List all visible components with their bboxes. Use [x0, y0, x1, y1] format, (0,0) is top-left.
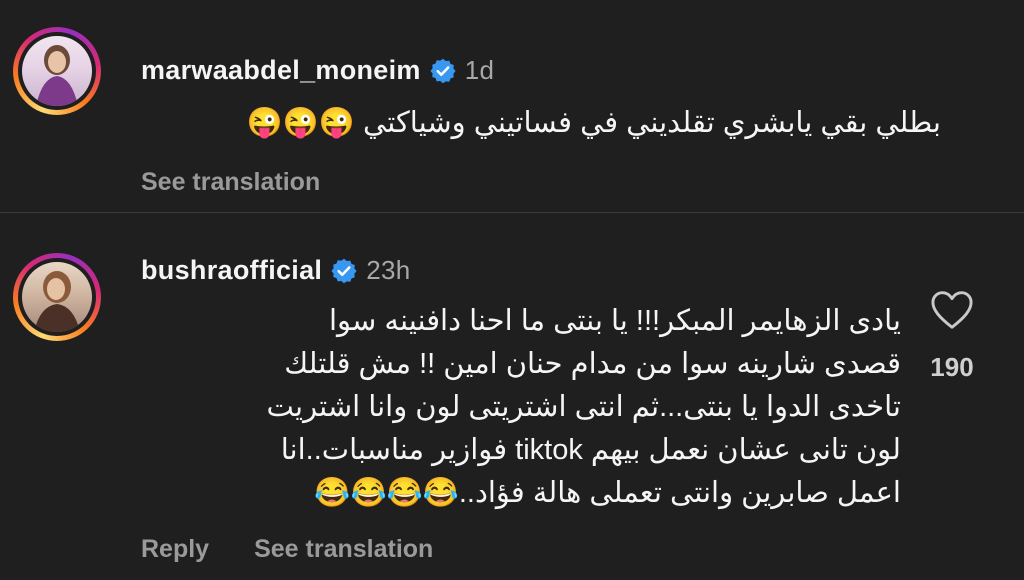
verified-badge-icon — [430, 58, 456, 83]
see-translation-button[interactable]: See translation — [254, 535, 433, 564]
username[interactable]: marwaabdel_moneim — [141, 55, 421, 86]
comment-text-line: يادى الزهايمر المبكر!!! يا بنتى ما احنا … — [329, 305, 901, 337]
comment-text: يادى الزهايمر المبكر!!! يا بنتى ما احنا … — [141, 300, 901, 515]
comment-text-line: بطلي بقي يابشري تقلديني في فساتيني وشياك… — [246, 107, 941, 139]
comment-header: bushraofficial 23h — [141, 255, 411, 286]
avatar[interactable] — [22, 36, 92, 106]
see-translation-button[interactable]: See translation — [141, 168, 320, 197]
avatar[interactable] — [22, 262, 92, 332]
timestamp: 23h — [366, 255, 411, 285]
like-count: 190 — [930, 352, 974, 382]
avatar-photo — [36, 45, 78, 106]
avatar-story-ring[interactable] — [13, 27, 101, 115]
username[interactable]: bushraofficial — [141, 255, 322, 286]
comment-text-line: لون تانى عشان نعمل بيهم tiktok فوازير من… — [280, 434, 901, 466]
comment-item: marwaabdel_moneim 1d بطلي بقي يابشري تقل… — [0, 0, 1024, 212]
comment-item: bushraofficial 23h يادى الزهايمر المبكر!… — [0, 213, 1024, 580]
heart-icon[interactable] — [930, 290, 974, 330]
comment-actions: Reply See translation — [141, 535, 433, 564]
like-control: 190 — [922, 290, 982, 383]
comment-text: بطلي بقي يابشري تقلديني في فساتيني وشياك… — [141, 102, 941, 145]
comment-text-line: تاخدى الدوا يا بنتى...ثم انتى اشتريتى لو… — [266, 391, 901, 423]
avatar-photo — [34, 271, 80, 332]
comment-text-line: اعمل صابرين وانتى تعملى هالة فؤاد..😂😂😂😂 — [314, 477, 901, 509]
comment-text-line: قصدى شارينه سوا من مدام حنان امين !! مش … — [284, 348, 901, 380]
comment-header: marwaabdel_moneim 1d — [141, 55, 494, 86]
timestamp: 1d — [464, 55, 495, 85]
avatar-story-ring[interactable] — [13, 253, 101, 341]
reply-button[interactable]: Reply — [141, 535, 209, 564]
comment-actions: See translation — [141, 168, 320, 197]
verified-badge-icon — [331, 258, 357, 283]
